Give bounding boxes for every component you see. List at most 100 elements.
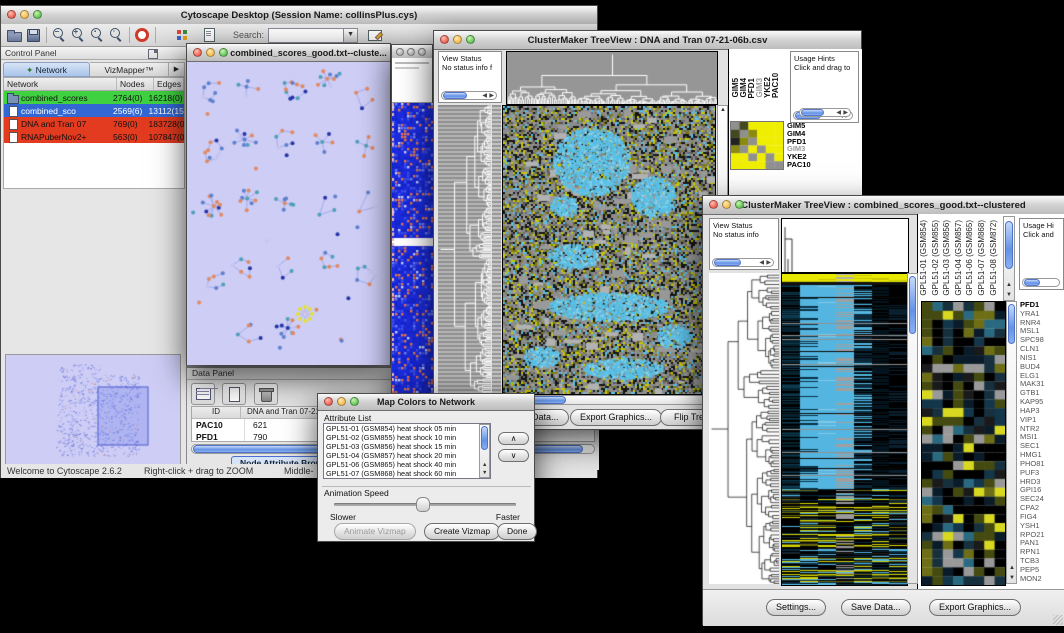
hidden-heatmap-canvas[interactable]: [392, 103, 434, 410]
vizmap-icon[interactable]: [173, 26, 192, 44]
gene-label[interactable]: ELG1: [1020, 372, 1064, 381]
zoom-button[interactable]: [350, 397, 359, 406]
gene-label[interactable]: RPO21: [1020, 531, 1064, 540]
done-button[interactable]: Done: [497, 523, 537, 540]
new-attribute-icon[interactable]: [222, 383, 246, 405]
treeview1-column-dendrogram[interactable]: [506, 51, 718, 105]
column-label[interactable]: GPL51-08 (GSM872): [989, 220, 1001, 296]
zoom-button[interactable]: [466, 35, 475, 44]
attribute-list-item[interactable]: GPL51-07 (GSM868) heat shock 60 min: [324, 469, 480, 478]
column-label[interactable]: GPL51-06 (GSM865): [965, 220, 977, 296]
gene-label[interactable]: TCB3: [1020, 557, 1064, 566]
float-panel-icon[interactable]: [148, 49, 158, 59]
close-button[interactable]: [7, 10, 16, 19]
column-label[interactable]: PFD1: [747, 78, 755, 98]
zoom-selected-icon[interactable]: [107, 26, 126, 44]
gene-label[interactable]: BUD4: [1020, 363, 1064, 372]
network-view-titlebar[interactable]: combined_scores_good.txt--cluste...: [187, 44, 390, 62]
view-status-scrollbar[interactable]: ◀▶: [712, 258, 774, 267]
main-titlebar[interactable]: Cytoscape Desktop (Session Name: collins…: [1, 6, 597, 25]
column-label[interactable]: GPL51-01 (GSM854): [919, 220, 931, 296]
zoom-fit-icon[interactable]: [88, 26, 107, 44]
treeview2-zoom-heatmap[interactable]: [921, 301, 1006, 586]
gene-label[interactable]: PHO81: [1020, 460, 1064, 469]
gene-label[interactable]: MSL1: [1020, 327, 1064, 336]
row-label[interactable]: PAC10: [787, 161, 831, 169]
gene-label[interactable]: HMG1: [1020, 451, 1064, 460]
treeview2-zoom-vscrollbar[interactable]: ▲ ▼: [1006, 301, 1017, 584]
minimize-button[interactable]: [453, 35, 462, 44]
column-label[interactable]: GIM3: [755, 78, 763, 98]
gene-label[interactable]: MSI1: [1020, 433, 1064, 442]
column-label[interactable]: GPL51-04 (GSM857): [954, 220, 966, 296]
treeview1-zoom-hscrollbar[interactable]: ◀▶: [799, 108, 851, 117]
resize-grip[interactable]: [1053, 615, 1063, 625]
column-label[interactable]: GPL51-07 (GSM868): [977, 220, 989, 296]
treeview2-save-data-button[interactable]: Save Data...: [841, 599, 911, 616]
gene-label[interactable]: PEP5: [1020, 566, 1064, 575]
treeview2-row-dendrogram[interactable]: [709, 273, 779, 584]
move-down-button[interactable]: ∨: [498, 449, 529, 462]
view-status-scrollbar[interactable]: ◀▶: [441, 91, 497, 100]
gene-label[interactable]: FIG4: [1020, 513, 1064, 522]
treeview2-column-dendrogram[interactable]: [781, 218, 909, 273]
zoom-button[interactable]: [418, 48, 426, 56]
treeview1-zoom-heatmap[interactable]: [730, 121, 784, 170]
close-button[interactable]: [396, 48, 404, 56]
column-label[interactable]: GPL51-02 (GSM855): [931, 220, 943, 296]
treeview2-titlebar[interactable]: ClusterMaker TreeView : combined_scores_…: [703, 196, 1064, 215]
network-list-row[interactable]: DNA and Tran 07 769(0) 183728(0): [4, 117, 184, 130]
minimize-button[interactable]: [337, 397, 346, 406]
treeview2-export-graphics-button[interactable]: Export Graphics...: [929, 599, 1021, 616]
birdseye-view[interactable]: [5, 354, 181, 466]
zoom-out-icon[interactable]: [50, 26, 69, 44]
gene-label[interactable]: SEC1: [1020, 442, 1064, 451]
gene-label[interactable]: RPN1: [1020, 548, 1064, 557]
gene-label[interactable]: SEC24: [1020, 495, 1064, 504]
network-canvas[interactable]: [187, 62, 390, 365]
close-button[interactable]: [709, 200, 718, 209]
create-vizmap-button[interactable]: Create Vizmap: [424, 523, 500, 540]
delete-attribute-icon[interactable]: [254, 383, 278, 405]
column-label[interactable]: GIM5: [731, 78, 739, 98]
zoom-in-icon[interactable]: [69, 26, 88, 44]
treeview2-global-heatmap[interactable]: [781, 273, 908, 586]
gene-label[interactable]: KAP95: [1020, 398, 1064, 407]
search-input[interactable]: [268, 28, 344, 43]
dialog-titlebar[interactable]: Map Colors to Network: [318, 394, 534, 411]
column-label[interactable]: GIM4: [739, 78, 747, 98]
animate-vizmap-button[interactable]: Animate Vizmap: [334, 523, 416, 540]
window-controls[interactable]: [7, 10, 42, 19]
zoom-button[interactable]: [219, 48, 228, 57]
attribute-list-item[interactable]: GPL51-04 (GSM857) heat shock 20 min: [324, 451, 480, 460]
gene-label[interactable]: HAP3: [1020, 407, 1064, 416]
zoom-button[interactable]: [735, 200, 744, 209]
network-list-row[interactable]: combined_scores 2764(0) 16218(0): [4, 91, 184, 104]
gene-label[interactable]: PUF3: [1020, 469, 1064, 478]
gene-label[interactable]: MON2: [1020, 575, 1064, 584]
attribute-browser-icon[interactable]: [366, 26, 385, 44]
annotation-icon[interactable]: [200, 26, 219, 44]
gene-label[interactable]: PFD1: [1020, 301, 1064, 310]
treeview2-header-vscrollbar[interactable]: ▲ ▼: [1003, 216, 1015, 301]
gene-label[interactable]: YSH1: [1020, 522, 1064, 531]
tab-overflow-arrow[interactable]: ▶: [169, 62, 185, 77]
hidden-window-titlebar[interactable]: [392, 45, 432, 59]
treeview1-export-graphics-button[interactable]: Export Graphics...: [570, 409, 662, 426]
gene-label[interactable]: RNR4: [1020, 319, 1064, 328]
attribute-list-item[interactable]: GPL51-01 (GSM854) heat shock 05 min: [324, 424, 480, 433]
minimize-button[interactable]: [20, 10, 29, 19]
column-label[interactable]: YKE2: [763, 77, 771, 98]
close-button[interactable]: [324, 397, 333, 406]
minimize-button[interactable]: [206, 48, 215, 57]
gene-label[interactable]: NIS1: [1020, 354, 1064, 363]
column-label[interactable]: PAC10: [771, 73, 779, 98]
help-ring-icon[interactable]: [133, 26, 152, 44]
tab-network[interactable]: ✦ Network: [3, 62, 90, 77]
minimize-button[interactable]: [407, 48, 415, 56]
close-button[interactable]: [193, 48, 202, 57]
zoom-button[interactable]: [33, 10, 42, 19]
gene-label[interactable]: CLN1: [1020, 345, 1064, 354]
network-list-header[interactable]: Network Nodes Edges: [4, 78, 184, 91]
move-up-button[interactable]: ∧: [498, 432, 529, 445]
